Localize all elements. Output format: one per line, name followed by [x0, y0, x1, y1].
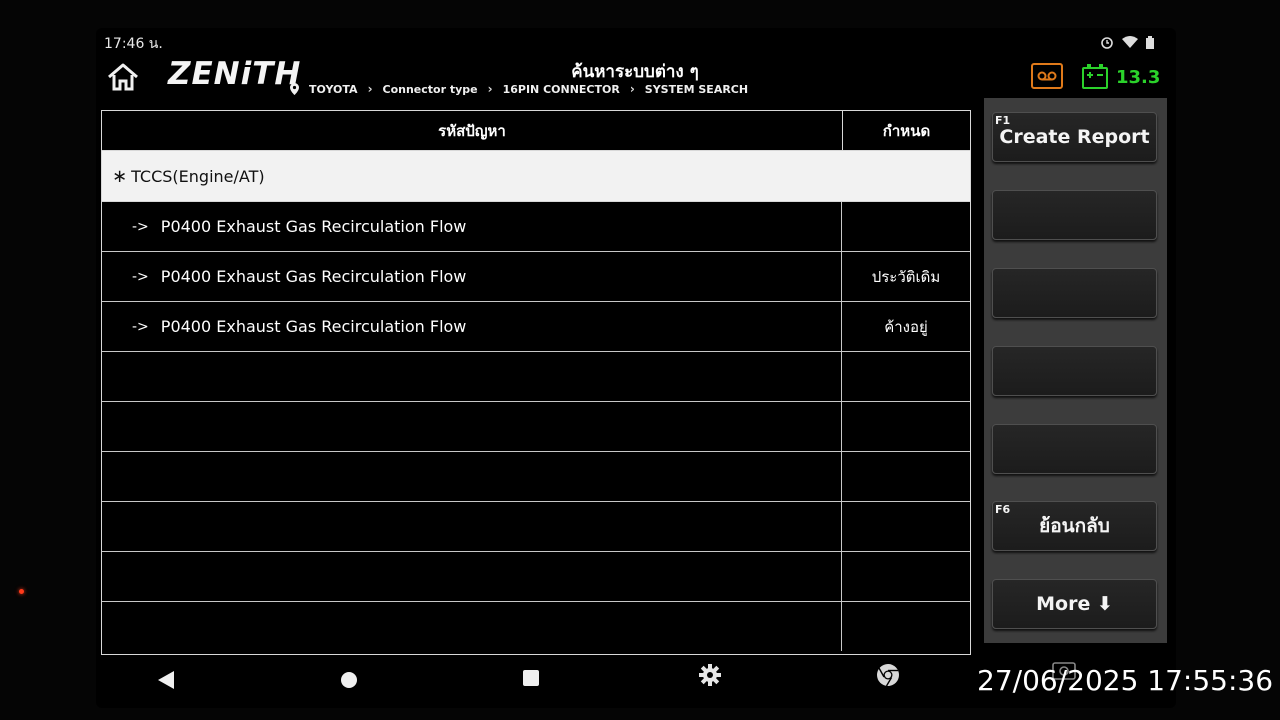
- dtc-code-text: P0400 Exhaust Gas Recirculation Flow: [160, 267, 467, 286]
- nav-recents-icon[interactable]: [523, 670, 539, 686]
- system-group-row[interactable]: ∗ TCCS(Engine/AT): [102, 151, 970, 202]
- breadcrumb-item[interactable]: Connector type: [383, 83, 478, 96]
- function-button-f2[interactable]: [992, 190, 1157, 240]
- system-group-label: TCCS(Engine/AT): [131, 166, 265, 186]
- table-body: -> P0400 Exhaust Gas Recirculation Flow -…: [102, 202, 970, 651]
- breadcrumb-item[interactable]: SYSTEM SEARCH: [645, 83, 748, 96]
- chevron-right-icon: ›: [629, 82, 635, 96]
- breadcrumb: TOYOTA › Connector type › 16PIN CONNECTO…: [290, 82, 748, 96]
- dtc-table: รหัสปัญหา กำหนด ∗ TCCS(Engine/AT) -> P040…: [101, 110, 971, 655]
- table-row[interactable]: -> P0400 Exhaust Gas Recirculation Flow: [102, 202, 970, 252]
- dtc-status-cell: ประวัติเดิม: [871, 267, 941, 286]
- column-header-status: กำหนด: [882, 121, 931, 140]
- dtc-code-text: P0400 Exhaust Gas Recirculation Flow: [160, 217, 467, 236]
- chevron-right-icon: ›: [367, 82, 373, 96]
- function-key-panel: F1 Create Report F6 ย้อนกลับ More ⬇: [984, 98, 1167, 643]
- nav-back-icon[interactable]: [158, 671, 174, 689]
- table-row-empty: [102, 502, 970, 552]
- dtc-code-cell: [102, 402, 842, 451]
- dtc-code-cell: [102, 552, 842, 601]
- table-row[interactable]: -> P0400 Exhaust Gas Recirculation Flow ค…: [102, 302, 970, 352]
- page-title: ค้นหาระบบต่าง ๆ: [571, 62, 699, 82]
- asterisk-icon: ∗: [112, 165, 128, 187]
- location-pin-icon: [290, 83, 299, 95]
- arrow-icon: ->: [132, 218, 149, 235]
- dtc-code-cell: -> P0400 Exhaust Gas Recirculation Flow: [102, 202, 842, 251]
- button-label: Create Report: [999, 126, 1150, 148]
- function-button-f5[interactable]: [992, 424, 1157, 474]
- battery-icon: [1082, 64, 1108, 89]
- settings-gear-icon[interactable]: [698, 663, 722, 687]
- dtc-code-cell: [102, 352, 842, 401]
- device-led: [19, 589, 24, 594]
- battery-status-icon: [1146, 35, 1154, 49]
- dtc-status-cell: [842, 552, 970, 601]
- dtc-status-cell: [842, 202, 970, 251]
- table-row-empty: [102, 402, 970, 452]
- dtc-code-cell: -> P0400 Exhaust Gas Recirculation Flow: [102, 302, 842, 351]
- chevron-right-icon: ›: [487, 82, 493, 96]
- nav-home-icon[interactable]: [341, 672, 357, 688]
- arrow-icon: ->: [132, 268, 149, 285]
- dtc-status-cell: [842, 402, 970, 451]
- dtc-code-cell: [102, 502, 842, 551]
- dtc-status-cell: [842, 502, 970, 551]
- dtc-code-cell: [102, 452, 842, 501]
- column-header-code: รหัสปัญหา: [102, 111, 843, 150]
- voltage-readout: 13.3: [1116, 67, 1161, 88]
- function-button-f3[interactable]: [992, 268, 1157, 318]
- arrow-icon: ->: [132, 318, 149, 335]
- table-header: รหัสปัญหา กำหนด: [102, 111, 970, 151]
- dtc-code-cell: -> P0400 Exhaust Gas Recirculation Flow: [102, 252, 842, 301]
- function-key-label: F1: [995, 114, 1011, 127]
- table-row-empty: [102, 602, 970, 651]
- dtc-code-text: P0400 Exhaust Gas Recirculation Flow: [160, 317, 467, 336]
- wifi-icon: [1122, 36, 1138, 48]
- table-row-empty: [102, 352, 970, 402]
- more-button[interactable]: More ⬇: [992, 579, 1157, 629]
- record-icon[interactable]: [1031, 63, 1063, 89]
- dtc-status-cell: [842, 352, 970, 401]
- dtc-status-cell: [842, 452, 970, 501]
- breadcrumb-item[interactable]: TOYOTA: [309, 83, 358, 96]
- table-row-empty: [102, 552, 970, 602]
- status-icons: [1100, 35, 1154, 49]
- photo-timestamp: 27/06/2025 17:55:36: [977, 664, 1274, 697]
- button-label: ย้อนกลับ: [1039, 515, 1110, 537]
- function-key-label: F6: [995, 503, 1011, 516]
- alarm-icon: [1101, 37, 1113, 49]
- zenith-logo: ZENiTH: [168, 56, 302, 92]
- dtc-status-cell: [842, 602, 970, 651]
- back-button[interactable]: F6 ย้อนกลับ: [992, 501, 1157, 551]
- table-row-empty: [102, 452, 970, 502]
- home-icon[interactable]: [106, 62, 140, 92]
- status-time: 17:46 น.: [104, 36, 163, 52]
- table-row[interactable]: -> P0400 Exhaust Gas Recirculation Flow ป…: [102, 252, 970, 302]
- create-report-button[interactable]: F1 Create Report: [992, 112, 1157, 162]
- breadcrumb-item[interactable]: 16PIN CONNECTOR: [503, 83, 620, 96]
- function-button-f4[interactable]: [992, 346, 1157, 396]
- chrome-browser-icon[interactable]: [876, 663, 900, 687]
- dtc-code-cell: [102, 602, 842, 651]
- button-label: More ⬇: [1036, 593, 1113, 615]
- dtc-status-cell: ค้างอยู่: [884, 317, 928, 336]
